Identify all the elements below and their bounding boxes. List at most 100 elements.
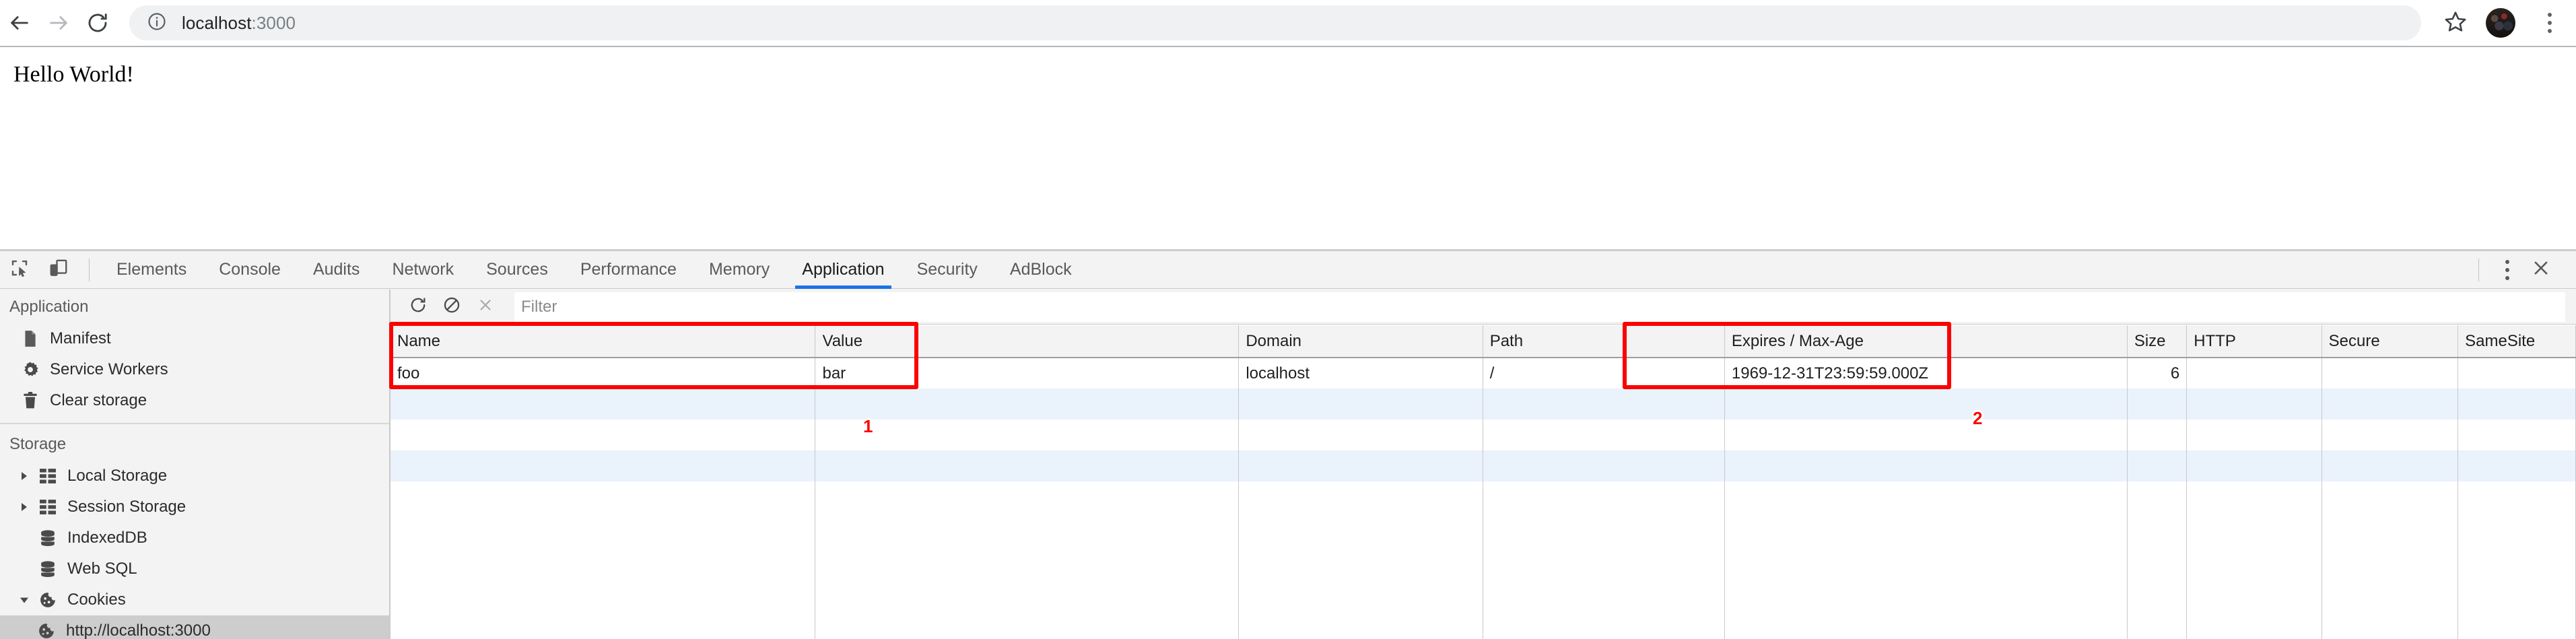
sidebar-item-label: Session Storage xyxy=(67,498,187,516)
cell-http[interactable] xyxy=(2186,358,2322,389)
application-sidebar: Application Manifest Service Workers Cle… xyxy=(0,290,391,639)
sidebar-item-label: Web SQL xyxy=(67,560,137,578)
sidebar-divider xyxy=(0,423,389,424)
sidebar-item-manifest[interactable]: Manifest xyxy=(0,323,389,354)
cell-size[interactable]: 6 xyxy=(2127,358,2188,389)
cookies-panel: Name Value Domain Path Expires / Max-Age… xyxy=(391,290,2576,639)
sidebar-item-label: Manifest xyxy=(50,329,111,347)
avatar[interactable] xyxy=(2486,8,2515,38)
refresh-cookies-button[interactable] xyxy=(401,290,435,324)
close-icon xyxy=(477,297,494,316)
table-row[interactable]: foo bar localhost / 1969-12-31T23:59:59.… xyxy=(391,358,2576,389)
address-bar[interactable]: localhost:3000 xyxy=(129,5,2421,40)
tab-performance[interactable]: Performance xyxy=(564,251,693,289)
col-header-secure[interactable]: Secure xyxy=(2321,325,2459,358)
col-header-samesite[interactable]: SameSite xyxy=(2458,325,2576,358)
sidebar-item-service-workers[interactable]: Service Workers xyxy=(0,354,389,385)
sidebar-item-cookies[interactable]: Cookies xyxy=(0,584,389,615)
table-grid-icon xyxy=(36,500,59,514)
col-header-expires[interactable]: Expires / Max-Age xyxy=(1724,325,2128,358)
col-header-value[interactable]: Value xyxy=(815,325,1240,358)
sidebar-item-indexeddb[interactable]: IndexedDB xyxy=(0,523,389,553)
cell-path[interactable]: / xyxy=(1483,358,1725,389)
sidebar-item-label: Cookies xyxy=(67,591,126,609)
tab-sources[interactable]: Sources xyxy=(470,251,564,289)
sidebar-item-label: IndexedDB xyxy=(67,529,147,547)
col-header-path[interactable]: Path xyxy=(1483,325,1725,358)
sidebar-item-local-storage[interactable]: Local Storage xyxy=(0,461,389,492)
tab-label: Audits xyxy=(312,260,360,279)
gear-icon xyxy=(19,361,42,378)
cell-domain[interactable]: localhost xyxy=(1238,358,1483,389)
inspect-element-icon xyxy=(9,258,30,281)
cell-expires[interactable]: 1969-12-31T23:59:59.000Z xyxy=(1724,358,2128,389)
info-circle-icon[interactable] xyxy=(147,11,167,35)
cell-name[interactable]: foo xyxy=(391,358,816,389)
sidebar-item-cookie-origin[interactable]: http://localhost:3000 xyxy=(0,615,389,639)
devtools-panel: Elements Console Audits Network Sources … xyxy=(0,249,2576,639)
table-row-empty xyxy=(391,512,2576,639)
col-header-domain[interactable]: Domain xyxy=(1238,325,1483,358)
page-viewport: Hello World! xyxy=(0,47,2576,249)
browser-menu-button[interactable] xyxy=(2533,3,2567,42)
clear-all-cookies-icon xyxy=(443,296,461,317)
page-body-text: Hello World! xyxy=(13,62,134,87)
tab-elements[interactable]: Elements xyxy=(100,251,203,289)
delete-selected-cookie-button[interactable] xyxy=(469,290,502,324)
clear-all-cookies-button[interactable] xyxy=(435,290,469,324)
table-row-empty xyxy=(391,481,2576,512)
chevron-right-icon[interactable] xyxy=(19,471,36,481)
chevron-down-icon[interactable] xyxy=(19,595,36,605)
database-icon xyxy=(36,530,59,546)
table-row-empty xyxy=(391,450,2576,481)
sidebar-item-session-storage[interactable]: Session Storage xyxy=(0,492,389,523)
cell-secure[interactable] xyxy=(2321,358,2459,389)
tab-label: Elements xyxy=(116,260,187,279)
sidebar-section-application: Application xyxy=(9,298,89,316)
tab-application[interactable]: Application xyxy=(786,251,900,289)
col-header-size[interactable]: Size xyxy=(2127,325,2188,358)
cookie-filter-input[interactable] xyxy=(514,292,2565,322)
devtools-tabbar: Elements Console Audits Network Sources … xyxy=(0,251,2576,289)
tab-label: Performance xyxy=(580,260,677,279)
trash-icon xyxy=(19,392,42,409)
device-toolbar-button[interactable] xyxy=(39,251,78,289)
chevron-right-icon[interactable] xyxy=(19,502,36,512)
tab-label: Application xyxy=(802,260,885,279)
tab-label: Sources xyxy=(486,260,548,279)
sidebar-item-clear-storage[interactable]: Clear storage xyxy=(0,385,389,416)
cookie-icon xyxy=(35,623,58,639)
table-header-row: Name Value Domain Path Expires / Max-Age… xyxy=(391,325,2576,358)
sidebar-section-storage: Storage xyxy=(9,435,67,453)
devtools-body: Application Manifest Service Workers Cle… xyxy=(0,290,2576,639)
tab-console[interactable]: Console xyxy=(203,251,297,289)
sidebar-item-label: Service Workers xyxy=(50,360,168,378)
cookies-table-container[interactable]: Name Value Domain Path Expires / Max-Age… xyxy=(391,325,2576,639)
browser-toolbar: localhost:3000 xyxy=(0,0,2576,47)
tab-label: AdBlock xyxy=(1009,260,1072,279)
devtools-tabbar-right xyxy=(2465,253,2576,287)
cell-samesite[interactable] xyxy=(2458,358,2576,389)
tab-security[interactable]: Security xyxy=(901,251,994,289)
bookmark-star-button[interactable] xyxy=(2435,3,2476,42)
table-row-empty xyxy=(391,389,2576,419)
tab-adblock[interactable]: AdBlock xyxy=(994,251,1088,289)
devtools-more-button[interactable] xyxy=(2493,253,2522,287)
arrow-left-icon xyxy=(8,11,31,34)
cell-value[interactable]: bar xyxy=(815,358,1240,389)
back-button[interactable] xyxy=(0,3,39,42)
close-icon xyxy=(2532,259,2550,281)
arrow-right-icon xyxy=(47,11,70,34)
devtools-close-button[interactable] xyxy=(2522,253,2560,287)
sidebar-item-web-sql[interactable]: Web SQL xyxy=(0,553,389,584)
reload-button[interactable] xyxy=(78,3,117,42)
tab-audits[interactable]: Audits xyxy=(297,251,376,289)
tab-memory[interactable]: Memory xyxy=(693,251,786,289)
annotation-number-2: 2 xyxy=(1973,408,1983,428)
tab-network[interactable]: Network xyxy=(376,251,470,289)
col-header-http[interactable]: HTTP xyxy=(2186,325,2322,358)
annotation-number-1: 1 xyxy=(863,416,873,436)
forward-button[interactable] xyxy=(39,3,78,42)
inspect-element-button[interactable] xyxy=(0,251,39,289)
col-header-name[interactable]: Name xyxy=(391,325,816,358)
